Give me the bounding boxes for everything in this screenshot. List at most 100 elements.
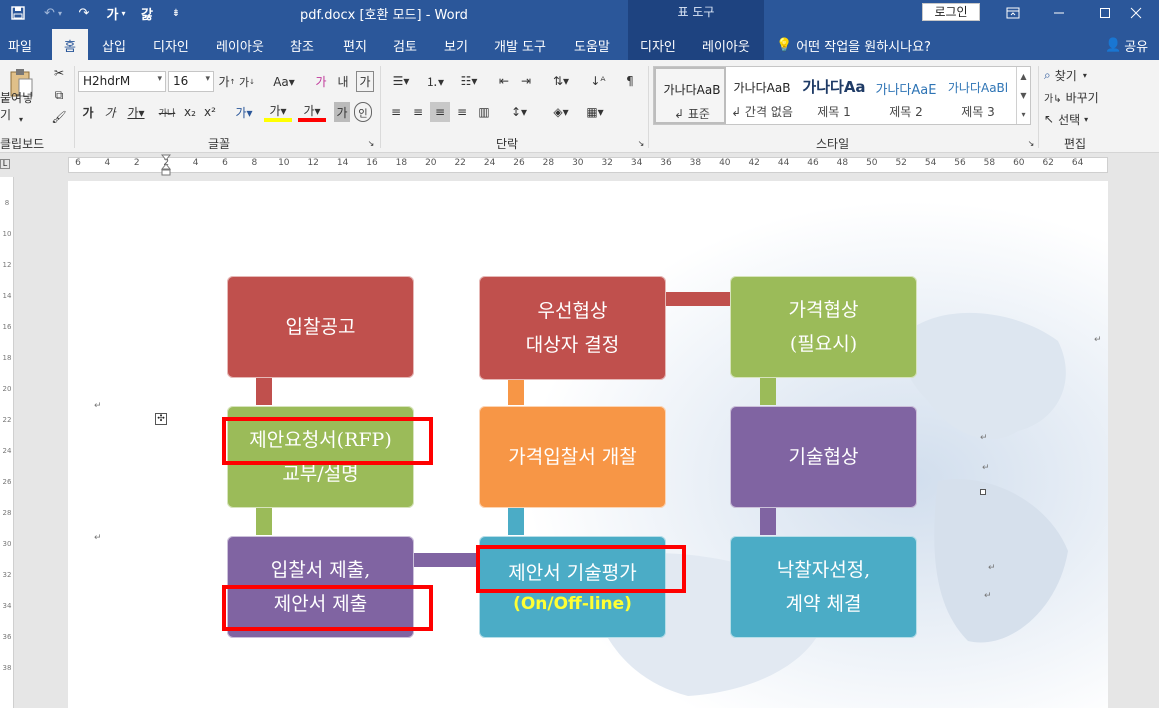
minimize-icon[interactable] [1036, 0, 1082, 26]
tab-design[interactable]: 디자인 [153, 36, 189, 55]
indent-marker-icon[interactable] [160, 154, 172, 176]
align-right-icon[interactable]: ≡ [430, 102, 450, 122]
grow-font-icon[interactable]: 가 ↑ [218, 71, 236, 92]
text-direction-icon[interactable]: ⇅▾ [546, 71, 576, 91]
style-heading-1[interactable]: 가나다Aa 제목 1 [798, 67, 870, 124]
decrease-indent-icon[interactable]: ⇤ [494, 71, 514, 91]
multilevel-list-icon[interactable]: ☷▾ [454, 71, 484, 91]
tab-insert[interactable]: 삽입 [102, 36, 126, 55]
phonetic-guide-icon[interactable]: 내 [334, 71, 352, 92]
underline-icon[interactable]: 가▾ [124, 102, 148, 122]
customize-quick-access-icon[interactable]: ⇟ [168, 3, 184, 23]
tab-help[interactable]: 도움말 [574, 36, 610, 55]
character-shading-icon[interactable]: 가 [334, 102, 350, 122]
borders-icon[interactable]: ▦▾ [580, 102, 610, 122]
save-icon[interactable] [6, 3, 30, 23]
hangul-icon[interactable]: 가 ▾ [100, 3, 132, 23]
text-effects-icon[interactable]: 가▾ [230, 102, 258, 122]
resize-handle-icon[interactable] [980, 489, 986, 495]
styles-dialog-launcher-icon[interactable]: ↘ [1026, 138, 1036, 148]
enclose-characters-icon[interactable]: 가 [356, 71, 374, 92]
diagram-box-price-negotiation[interactable]: 가격협상 (필요시) [730, 276, 917, 378]
style-heading-3[interactable]: 가나다AaBl 제목 3 [942, 67, 1014, 124]
replace-button[interactable]: 가↳ 바꾸기 [1044, 88, 1108, 106]
tab-table-design[interactable]: 디자인 [640, 36, 676, 55]
diagram-box-priority-negotiation[interactable]: 우선협상 대상자 결정 [479, 276, 666, 380]
tell-me-search[interactable]: 💡 어떤 작업을 원하시나요? [776, 36, 931, 55]
copy-icon[interactable]: ⧉ [50, 86, 68, 104]
diagram-box-bid-notice[interactable]: 입찰공고 [227, 276, 414, 378]
font-dialog-launcher-icon[interactable]: ↘ [366, 138, 376, 148]
find-label: 찾기 [1054, 68, 1077, 83]
show-formatting-marks-icon[interactable]: ¶ [620, 71, 640, 91]
person-icon: 👤 [1105, 38, 1122, 53]
ruler-tick-label: 50 [866, 158, 878, 168]
highlight-color-icon[interactable]: 가▾ [264, 102, 292, 122]
format-painter-icon[interactable]: 🖌 [50, 108, 68, 126]
align-left-icon[interactable]: ≡ [386, 102, 406, 122]
superscript-icon[interactable]: x² [202, 102, 218, 122]
sort-icon[interactable]: ↓ᴬ [588, 71, 608, 91]
bold-icon[interactable]: 가 [80, 102, 96, 122]
cut-icon[interactable]: ✂ [50, 64, 68, 82]
clear-formatting-icon[interactable]: 가 [312, 71, 330, 92]
align-center-icon[interactable]: ≡ [408, 102, 428, 122]
font-group-label: 글꼴 [208, 137, 231, 151]
tab-selector-icon[interactable]: L [0, 159, 10, 169]
shading-icon[interactable]: ◈▾ [546, 102, 576, 122]
tab-layout[interactable]: 레이아웃 [216, 36, 264, 55]
ruler-tick-label: 30 [572, 158, 584, 168]
close-icon[interactable] [1113, 0, 1159, 26]
diagram-box-price-bid-opening[interactable]: 가격입찰서 개찰 [479, 406, 666, 508]
ribbon-display-options-icon[interactable] [990, 0, 1036, 26]
tab-references[interactable]: 참조 [290, 36, 314, 55]
style-no-spacing[interactable]: 가나다AaB ↲ 간격 없음 [726, 67, 798, 124]
font-size-combo[interactable]: 16 ▾ [168, 71, 214, 92]
paragraph-mark-icon: ↵ [980, 433, 988, 443]
justify-icon[interactable]: ≡ [452, 102, 472, 122]
share-button[interactable]: 👤 공유 [1105, 36, 1148, 55]
style-normal[interactable]: 가나다AaB ↲ 표준 [654, 67, 726, 124]
paste-dropdown-icon[interactable]: ▾ [14, 114, 28, 124]
horizontal-ruler[interactable]: L 6 4 2 2 4 6 8 10 12 14 16 18 20 22 24 26 28 30 32 34 36 38 4… [0, 153, 1159, 177]
styles-scroll-down-icon[interactable]: ▼ [1016, 86, 1030, 105]
style-heading-2[interactable]: 가나다AaE 제목 2 [870, 67, 942, 124]
tab-developer[interactable]: 개발 도구 [494, 36, 546, 55]
tab-mailings[interactable]: 편지 [343, 36, 367, 55]
tab-review[interactable]: 검토 [393, 36, 417, 55]
find-button[interactable]: ⌕ 찾기 ▾ [1044, 66, 1108, 84]
redo-icon[interactable]: ↷ [74, 3, 94, 23]
undo-icon[interactable]: ↶ ▾ [36, 3, 70, 23]
tab-home[interactable]: 홈 [52, 29, 88, 60]
tab-view[interactable]: 보기 [444, 36, 468, 55]
tab-file[interactable]: 파일 [8, 36, 32, 55]
bullets-icon[interactable]: ☰▾ [386, 71, 416, 91]
line-spacing-icon[interactable]: ↕▾ [504, 102, 534, 122]
shrink-font-icon[interactable]: 가 ↓ [238, 71, 256, 92]
font-color-icon[interactable]: 가▾ [298, 102, 326, 122]
hanja-icon[interactable]: 갏 [136, 3, 158, 23]
table-move-handle-icon[interactable]: ✣ [155, 413, 167, 425]
document-page[interactable]: 입찰공고 제안요청서(RFP) 교부/설명 입찰서 제출, 제안서 제출 우선협… [68, 181, 1108, 708]
styles-scroll-up-icon[interactable]: ▲ [1016, 67, 1030, 86]
paragraph-dialog-launcher-icon[interactable]: ↘ [636, 138, 646, 148]
enclosed-char-icon[interactable]: 인 [354, 102, 372, 122]
diagram-box-award-contract[interactable]: 낙찰자선정, 계약 체결 [730, 536, 917, 638]
tab-table-layout[interactable]: 레이아웃 [702, 36, 750, 55]
styles-more-icon[interactable]: ▾ [1016, 105, 1030, 124]
italic-icon[interactable]: 가 [102, 102, 118, 122]
diagram-box-tech-negotiation[interactable]: 기술협상 [730, 406, 917, 508]
paste-button[interactable]: 붙여넣기 [0, 91, 44, 122]
distributed-icon[interactable]: ▥ [474, 102, 494, 122]
subscript-icon[interactable]: x₂ [182, 102, 198, 122]
strikethrough-icon[interactable]: 가나 [156, 102, 178, 122]
login-button[interactable]: 로그인 [922, 3, 980, 21]
numbering-icon[interactable]: ⒈▾ [420, 71, 450, 91]
increase-indent-icon[interactable]: ⇥ [516, 71, 536, 91]
font-name-combo[interactable]: H2hdrM ▾ [78, 71, 166, 92]
change-case-icon[interactable]: Aa▾ [270, 71, 298, 92]
connector [256, 377, 272, 405]
ruler-tick-label: 64 [1071, 158, 1084, 168]
select-button[interactable]: ↖ 선택 ▾ [1044, 110, 1108, 128]
box-line-2: 대상자 결정 [525, 334, 620, 356]
